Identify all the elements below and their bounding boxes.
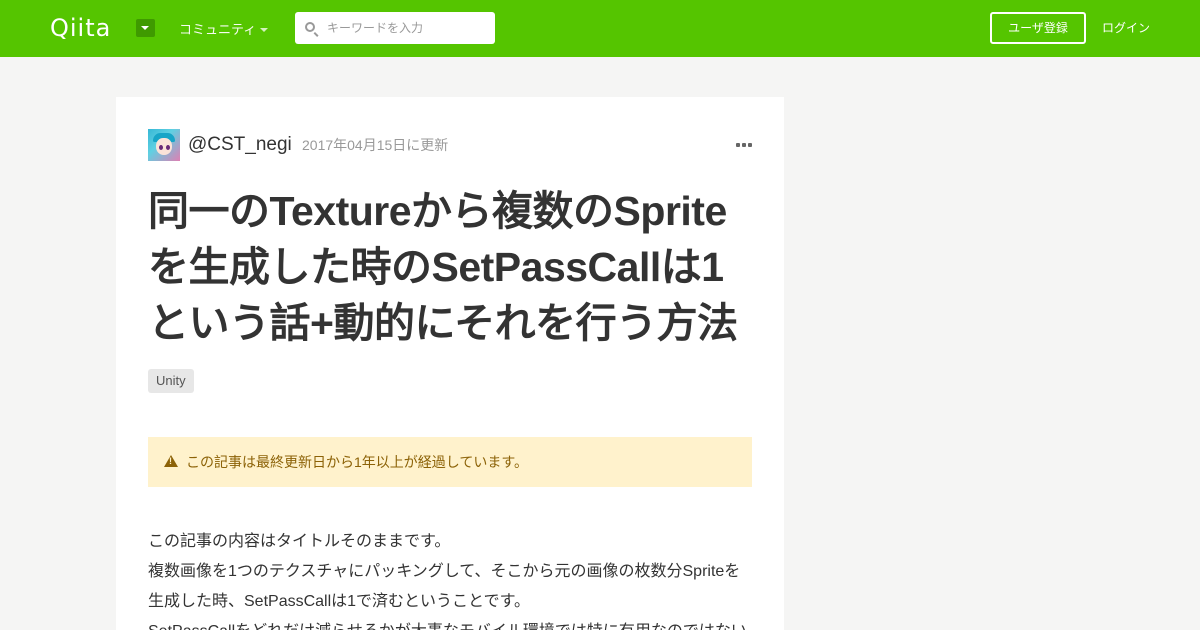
warning-icon [164, 455, 178, 467]
search-box[interactable] [295, 12, 495, 44]
avatar-eye-right [166, 145, 170, 150]
qiita-logo[interactable]: Qiita [50, 14, 111, 42]
more-icon[interactable] [736, 143, 752, 147]
community-menu[interactable]: コミュニティ [179, 21, 256, 39]
search-icon [305, 22, 315, 32]
site-header: Qiita コミュニティ ユーザ登録 ログイン [0, 0, 1200, 57]
search-input[interactable] [327, 12, 487, 44]
tag-unity[interactable]: Unity [148, 369, 194, 393]
chevron-down-icon[interactable] [260, 28, 268, 32]
signup-button[interactable]: ユーザ登録 [990, 12, 1086, 44]
logo-dropdown-icon[interactable] [136, 19, 155, 37]
outdated-notice: この記事は最終更新日から1年以上が経過しています。 [148, 437, 752, 487]
body-line-2: 複数画像を1つのテクスチャにパッキングして、そこから元の画像の枚数分Sprite… [148, 563, 741, 580]
article-card: @CST_negi 2017年04月15日に更新 同一のTextureから複数の… [116, 97, 784, 630]
notice-text: この記事は最終更新日から1年以上が経過しています。 [186, 454, 528, 470]
body-line-1: この記事の内容はタイトルそのままです。 [148, 533, 451, 550]
body-line-4: SetPassCallをどれだけ減らせるかが大事なモバイル環境では特に有用なので… [148, 617, 752, 630]
avatar-eye-left [159, 145, 163, 150]
avatar[interactable] [148, 129, 180, 161]
author-username[interactable]: @CST_negi [188, 134, 292, 156]
article-body: この記事の内容はタイトルそのままです。 複数画像を1つのテクスチャにパッキングし… [148, 527, 752, 630]
updated-date: 2017年04月15日に更新 [302, 137, 449, 153]
login-link[interactable]: ログイン [1102, 20, 1150, 36]
article-title: 同一のTextureから複数のSpriteを生成した時のSetPassCallは… [148, 188, 738, 346]
body-line-3: 生成した時、SetPassCallは1で済むということです。 [148, 593, 530, 610]
